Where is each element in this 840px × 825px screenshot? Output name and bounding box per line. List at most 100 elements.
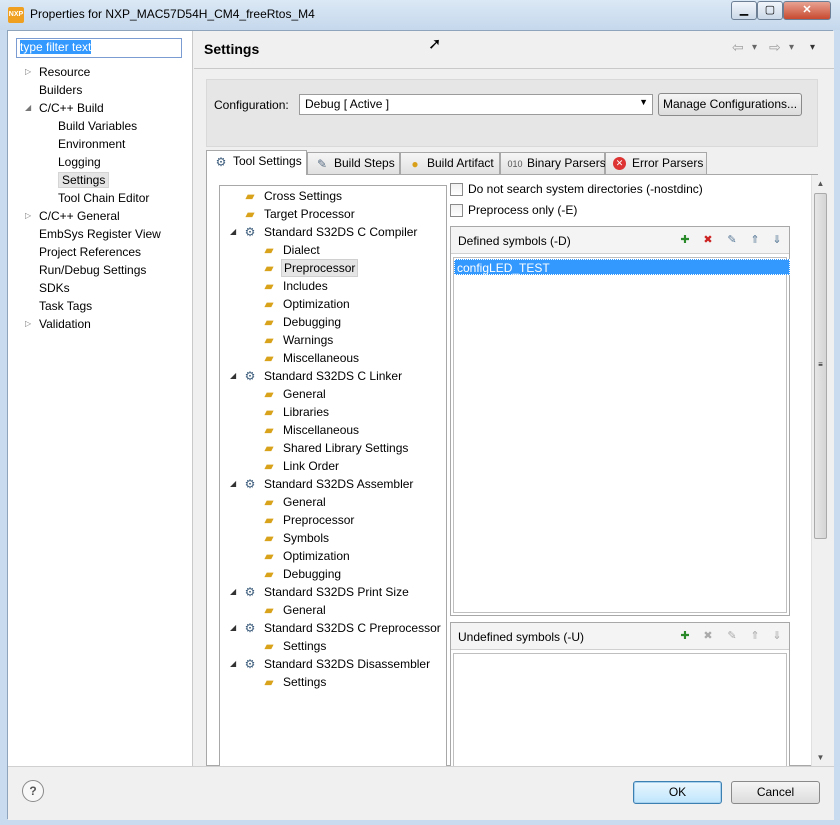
tree-node-label: Optimization [283,549,350,563]
tab-error-parsers[interactable]: ✕ Error Parsers [605,152,707,175]
nav-item-settings[interactable]: Settings [58,171,110,189]
tool-icon: ⚙ [244,225,256,239]
move-down-icon: ⇓ [772,630,782,642]
forward-dropdown-icon[interactable]: ▾ [789,42,794,53]
tab-label: Build Steps [334,156,395,170]
tool-settings-tree[interactable]: ▰ Cross Settings ▰ Target Processor ◢ ⚙ Standa… [219,185,447,767]
nav-item-environment[interactable]: Environment [58,135,125,153]
manage-configurations-button[interactable]: Manage Configurations... [658,93,802,116]
scroll-up-arrow-icon[interactable]: ▲ [812,175,829,192]
tool-icon: ⚙ [244,585,256,599]
title-bar[interactable]: NXP Properties for NXP_MAC57D54H_CM4_fre… [0,0,840,30]
property-page-nav: type filter text ▷ Resource Builders ◢ C/C++… [8,31,193,766]
nav-item-label: Run/Debug Settings [39,263,147,277]
collapse-arrow-icon[interactable]: ◢ [230,475,240,493]
nav-item-sdks[interactable]: SDKs [39,279,70,297]
add-symbol-icon[interactable]: ✚ [677,628,693,644]
preprocess-only-checkbox[interactable] [450,204,463,217]
header-divider [194,68,834,69]
nav-item-project-references[interactable]: Project References [39,243,141,261]
tree-node-label: Preprocessor [281,259,359,277]
collapse-arrow-icon[interactable]: ◢ [230,367,240,385]
folder-icon: ▰ [264,423,274,437]
page-title: Settings [204,41,260,57]
nav-item-label: Validation [39,317,91,331]
folder-icon: ▰ [264,639,274,653]
nav-item-c-c-build[interactable]: ◢ C/C++ Build [25,99,104,117]
delete-symbol-icon[interactable]: ✖ [700,232,716,248]
tab-label: Tool Settings [233,154,302,168]
tab-build-steps[interactable]: ✎ Build Steps [307,152,400,175]
back-arrow-icon[interactable]: ⇦ [732,39,744,56]
close-window-button[interactable]: ✕ [783,1,831,20]
tree-node-label: Preprocessor [283,513,355,527]
expand-arrow-icon[interactable]: ▷ [25,63,35,81]
tool-icon: ⚙ [244,657,256,671]
nav-item-embsys-register-view[interactable]: EmbSys Register View [39,225,161,243]
nav-item-build-variables[interactable]: Build Variables [58,117,137,135]
nav-item-validation[interactable]: ▷ Validation [25,315,91,333]
filter-input[interactable]: type filter text [16,38,182,58]
folder-icon: ▰ [264,513,274,527]
folder-icon: ▰ [264,243,274,257]
edit-symbol-icon[interactable]: ✎ [724,232,740,248]
expand-arrow-icon[interactable]: ▷ [25,207,35,225]
tree-node-label: Cross Settings [264,189,343,203]
help-icon[interactable]: ? [22,780,44,802]
tab-build-artifact[interactable]: ● Build Artifact [400,152,500,175]
folder-icon: ▰ [264,279,274,293]
expand-arrow-icon[interactable]: ▷ [25,315,35,333]
filter-input-text: type filter text [20,40,92,54]
ok-button[interactable]: OK [633,781,722,804]
nav-item-run-debug-settings[interactable]: Run/Debug Settings [39,261,146,279]
tab-tool-settings[interactable]: ⚙ Tool Settings [206,150,307,175]
forward-arrow-icon[interactable]: ⇨ [769,39,781,56]
scroll-thumb[interactable]: ≡ [814,193,827,539]
tree-node-label: Shared Library Settings [283,441,409,455]
folder-icon: ▰ [264,495,274,509]
folder-icon: ▰ [264,567,274,581]
nav-item-c-c-general[interactable]: ▷ C/C++ General [25,207,120,225]
collapse-arrow-icon[interactable]: ◢ [230,223,240,241]
back-dropdown-icon[interactable]: ▾ [752,42,757,53]
undefined-symbols-list[interactable] [453,653,787,768]
collapse-arrow-icon[interactable]: ◢ [230,655,240,673]
scroll-down-arrow-icon[interactable]: ▼ [812,749,829,766]
defined-symbols-list[interactable]: configLED_TEST [453,257,790,613]
folder-icon: ▰ [264,315,274,329]
preprocess-only-label: Preprocess only (-E) [468,203,578,217]
list-item[interactable]: configLED_TEST [454,259,790,275]
tree-node-label: Dialect [283,243,320,257]
tool-icon: ⚙ [244,621,256,635]
collapse-arrow-icon[interactable]: ◢ [230,619,240,637]
add-symbol-icon[interactable]: ✚ [677,232,693,248]
nav-item-tool-chain-editor[interactable]: Tool Chain Editor [58,189,149,207]
tree-node-label: Settings [283,639,327,653]
move-up-icon[interactable]: ⇑ [747,232,763,248]
cancel-button[interactable]: Cancel [731,781,820,804]
no-system-dirs-checkbox[interactable] [450,183,463,196]
configuration-select[interactable]: Debug [ Active ] ▼ [299,94,653,115]
folder-icon: ▰ [245,189,255,203]
move-down-icon[interactable]: ⇓ [769,232,785,248]
nav-item-label: Resource [39,65,91,79]
defined-symbols-panel: Defined symbols (-D) ✚ ✖ ✎ ⇑ ⇓ configLED… [450,226,790,616]
maximize-button[interactable]: ▢ [757,1,783,20]
tab-label: Binary Parsers [527,156,606,170]
tree-node-label: Optimization [283,297,350,311]
nav-item-resource[interactable]: ▷ Resource [25,63,91,81]
settings-page: Settings ⇦ ▾ ⇨ ▾ ▾ Configuration: Debug … [194,31,834,768]
collapse-arrow-icon[interactable]: ◢ [25,99,35,117]
nav-item-task-tags[interactable]: Task Tags [39,297,92,315]
vertical-scrollbar[interactable]: ▲ ≡ ▼ [811,175,828,767]
tree-node-label: Debugging [283,567,342,581]
dialog-footer: ? OK Cancel [8,766,834,820]
collapse-arrow-icon[interactable]: ◢ [230,583,240,601]
nav-item-builders[interactable]: Builders [39,81,82,99]
folder-icon: ▰ [264,333,274,347]
nav-item-logging[interactable]: Logging [58,153,101,171]
tab-binary-parsers[interactable]: 010 Binary Parsers [500,152,606,175]
view-menu-icon[interactable]: ▾ [810,42,815,53]
build-steps-icon: ✎ [316,157,328,171]
minimize-button[interactable]: ▁ [731,1,757,20]
